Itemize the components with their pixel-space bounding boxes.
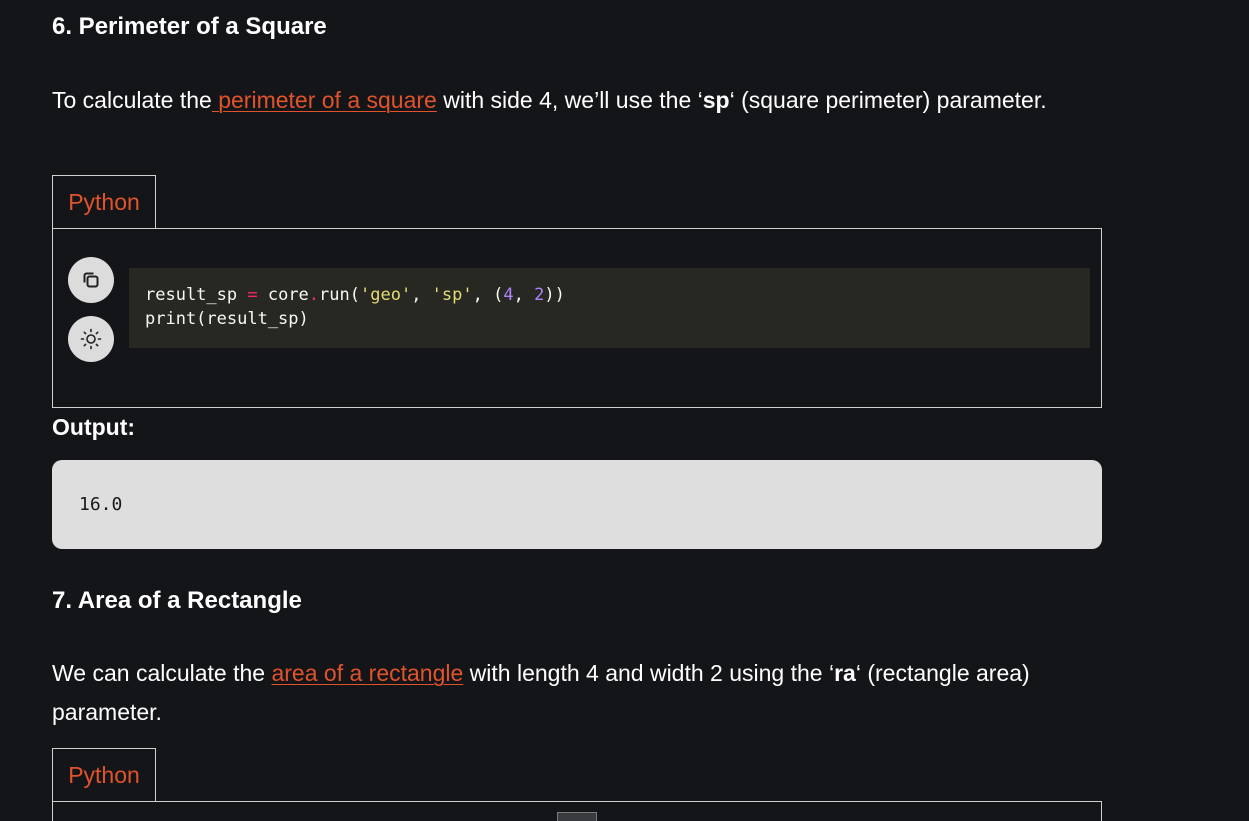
section-6-heading: 6. Perimeter of a Square xyxy=(52,13,327,40)
param-name: ra xyxy=(834,660,856,686)
code-line: print(result_sp) xyxy=(145,309,309,329)
section-6-paragraph: To calculate the perimeter of a square w… xyxy=(52,81,1102,120)
copy-icon xyxy=(80,269,102,291)
code-token: )) xyxy=(544,285,565,305)
output-label: Output: xyxy=(52,414,136,440)
section-7-heading: 7. Area of a Rectangle xyxy=(52,587,302,614)
para-text: We can calculate the xyxy=(52,660,272,686)
para-text: To calculate the xyxy=(52,87,212,113)
para-text: with side 4, we’ll use the ‘ xyxy=(436,87,703,113)
code-token: 'sp' xyxy=(431,285,473,305)
area-of-rectangle-link[interactable]: area of a rectangle xyxy=(271,660,463,686)
section-7-paragraph: We can calculate the area of a rectangle… xyxy=(52,654,1102,732)
tab-python[interactable]: Python xyxy=(52,175,156,228)
scroll-handle[interactable] xyxy=(557,812,597,821)
para-text: with length 4 and width 2 using the ‘ xyxy=(463,660,835,686)
para-text: ‘ (square perimeter) parameter. xyxy=(729,87,1047,113)
code-token: core xyxy=(257,285,309,305)
code-token: run( xyxy=(319,285,360,305)
code-token: 4 xyxy=(503,285,514,305)
code-token: , xyxy=(513,285,535,305)
tab-python[interactable]: Python xyxy=(52,748,156,801)
code-token: 'geo' xyxy=(360,285,412,305)
param-name: sp xyxy=(702,87,730,113)
code-token: . xyxy=(308,285,320,305)
code-block[interactable]: result_sp = core.run('geo', 'sp', (4, 2)… xyxy=(129,268,1090,348)
code-panel: result_sp = core.run('geo', 'sp', (4, 2)… xyxy=(52,228,1102,408)
sun-icon xyxy=(79,327,103,351)
theme-toggle-button[interactable] xyxy=(68,316,114,362)
output-box: 16.0 xyxy=(52,460,1102,549)
copy-button[interactable] xyxy=(68,257,114,303)
code-line: result_sp = core.run('geo', 'sp', (4, 2)… xyxy=(145,283,1074,307)
code-token: = xyxy=(247,285,258,305)
code-token: result_sp xyxy=(145,285,248,305)
code-token: 2 xyxy=(534,285,545,305)
code-token: , xyxy=(411,285,432,305)
perimeter-of-square-link[interactable]: perimeter of a square xyxy=(212,87,437,113)
code-token: , ( xyxy=(472,285,504,305)
